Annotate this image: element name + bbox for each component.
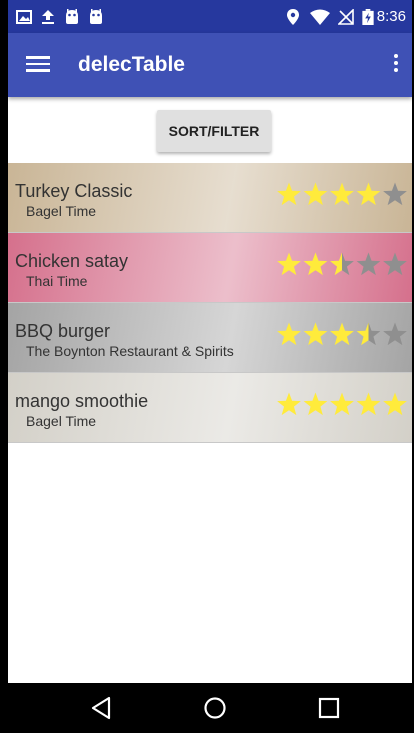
star-filled-icon bbox=[356, 182, 381, 206]
star-filled-icon bbox=[277, 252, 301, 276]
restaurant-name: The Boynton Restaurant & Spirits bbox=[26, 343, 234, 359]
star-filled-icon bbox=[277, 392, 301, 416]
android-icon bbox=[90, 9, 102, 24]
dish-name: BBQ burger bbox=[15, 321, 111, 341]
star-empty-icon bbox=[383, 252, 407, 276]
app-bar: delecTable bbox=[8, 33, 412, 97]
image-icon bbox=[16, 10, 32, 24]
star-empty-icon bbox=[383, 322, 407, 346]
app-title: delecTable bbox=[78, 53, 185, 76]
home-circle-icon[interactable] bbox=[203, 696, 227, 720]
restaurant-name: Bagel Time bbox=[26, 413, 97, 429]
back-triangle-icon[interactable] bbox=[90, 696, 112, 720]
status-time: 8:36 bbox=[376, 8, 406, 25]
star-filled-icon bbox=[330, 182, 354, 206]
location-icon bbox=[287, 9, 299, 25]
star-filled-icon bbox=[330, 392, 354, 416]
star-filled-icon bbox=[277, 322, 301, 346]
list-item[interactable]: BBQ burger The Boynton Restaurant & Spir… bbox=[8, 303, 412, 373]
star-filled-icon bbox=[303, 252, 328, 276]
star-empty-icon bbox=[356, 252, 381, 276]
battery-charging-icon bbox=[362, 9, 374, 25]
star-empty-icon bbox=[383, 182, 407, 206]
star-filled-icon bbox=[303, 322, 328, 346]
star-half-icon bbox=[330, 252, 354, 276]
star-filled-icon bbox=[303, 182, 328, 206]
rating-stars bbox=[277, 252, 407, 276]
star-filled-icon bbox=[330, 322, 354, 346]
star-filled-icon bbox=[277, 182, 301, 206]
restaurant-name: Thai Time bbox=[26, 273, 88, 289]
star-filled-icon bbox=[356, 392, 381, 416]
rating-stars bbox=[277, 392, 407, 416]
more-vert-icon[interactable] bbox=[390, 51, 402, 79]
dish-name: Chicken satay bbox=[15, 251, 129, 271]
list-item[interactable]: Turkey Classic Bagel Time bbox=[8, 163, 412, 233]
star-half-icon bbox=[356, 322, 381, 346]
hamburger-menu-icon[interactable] bbox=[26, 53, 50, 77]
status-bar: 8:36 bbox=[8, 0, 412, 33]
phone-screen: 8:36 delecTable SORT/FILTER Turkey Class… bbox=[8, 0, 412, 733]
rating-stars bbox=[277, 322, 407, 346]
dish-name: Turkey Classic bbox=[15, 181, 133, 201]
star-filled-icon bbox=[303, 392, 328, 416]
list-item[interactable]: Chicken satay Thai Time bbox=[8, 233, 412, 303]
sort-filter-button[interactable]: SORT/FILTER bbox=[157, 110, 271, 152]
recents-square-icon[interactable] bbox=[318, 696, 340, 720]
restaurant-list: Turkey Classic Bagel Time Chicken satay … bbox=[8, 163, 412, 443]
rating-stars bbox=[277, 182, 407, 206]
star-filled-icon bbox=[383, 392, 407, 416]
upload-icon bbox=[42, 10, 54, 24]
no-signal-icon bbox=[338, 9, 354, 25]
system-nav-bar bbox=[0, 683, 414, 733]
dish-name: mango smoothie bbox=[15, 391, 149, 411]
restaurant-name: Bagel Time bbox=[26, 203, 97, 219]
android-icon bbox=[66, 9, 78, 24]
wifi-icon bbox=[310, 9, 330, 25]
list-item[interactable]: mango smoothie Bagel Time bbox=[8, 373, 412, 443]
